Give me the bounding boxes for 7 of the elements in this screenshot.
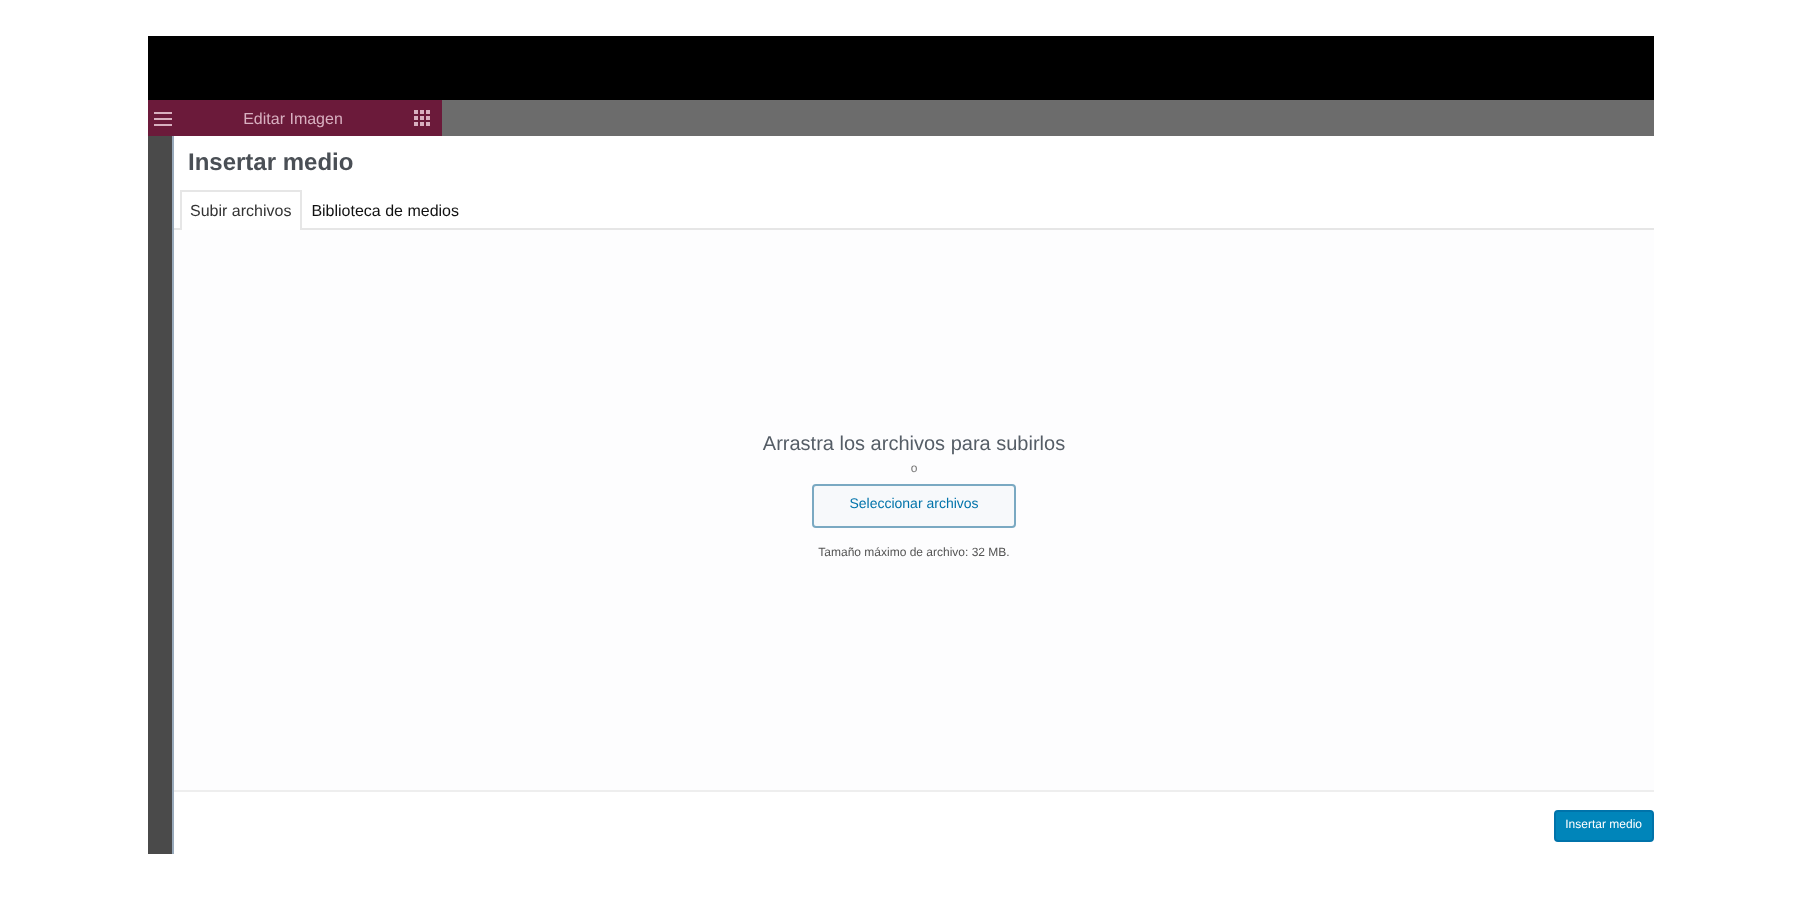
modal-title: Insertar medio: [186, 146, 356, 180]
panel-title: Editar Imagen: [243, 109, 343, 127]
menu-icon[interactable]: [154, 111, 172, 125]
upload-instructions: Arrastra los archivos para subirlos: [762, 433, 1066, 455]
tab[interactable]: Subir archivos: [180, 190, 302, 230]
tab[interactable]: Biblioteca de medios: [301, 190, 470, 230]
grid-icon[interactable]: [414, 110, 430, 126]
